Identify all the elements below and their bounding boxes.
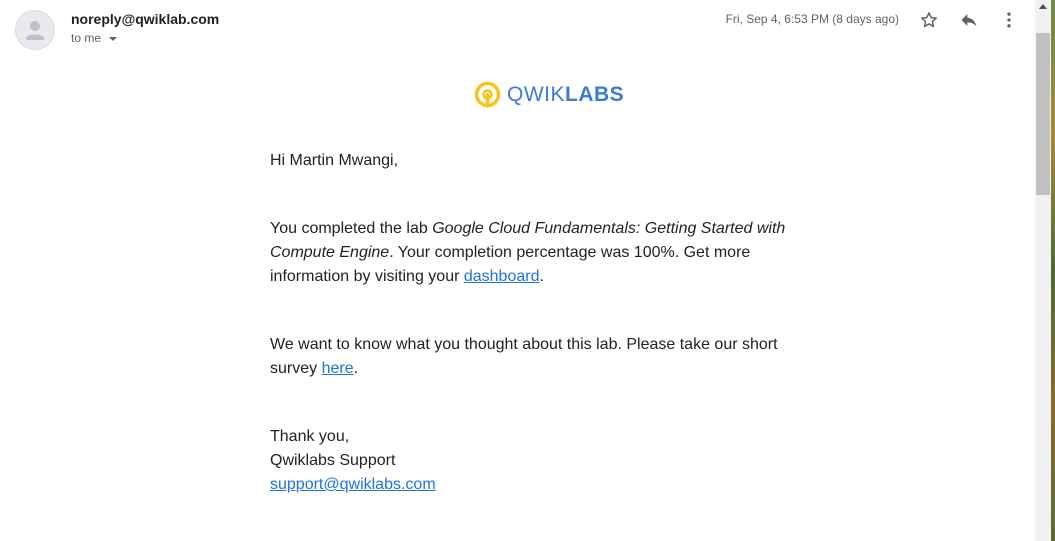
survey-paragraph: We want to know what you thought about t… — [270, 333, 790, 381]
logo-text-light: QWIK — [507, 83, 565, 106]
recipient-details-toggle[interactable]: to me — [71, 31, 118, 45]
person-icon — [26, 21, 44, 40]
sender-avatar[interactable] — [15, 10, 55, 50]
email-date: Fri, Sep 4, 6:53 PM (8 days ago) — [725, 12, 899, 26]
support-email-link[interactable]: support@qwiklabs.com — [270, 473, 790, 497]
reply-button[interactable] — [955, 6, 983, 34]
vertical-scrollbar[interactable] — [1035, 0, 1051, 541]
signature-team: Qwiklabs Support — [270, 452, 396, 469]
qwiklabs-logo: QWIKLABS — [474, 81, 624, 108]
reply-icon — [961, 14, 977, 27]
dashboard-link[interactable]: dashboard — [464, 268, 540, 285]
more-vert-icon — [1007, 12, 1011, 28]
recipient-label: to me — [71, 31, 102, 45]
scroll-up-arrow-icon[interactable] — [1039, 4, 1047, 9]
email-body: Hi Martin Mwangi, You completed the lab … — [270, 149, 790, 497]
more-options-button[interactable] — [995, 6, 1023, 34]
logo-wordmark: QWIKLABS — [507, 84, 624, 105]
email-view: noreply@qwiklab.com to me Fri, Sep 4, 6:… — [0, 0, 1055, 541]
signature-closing: Thank you, — [270, 428, 350, 445]
greeting: Hi Martin Mwangi, — [270, 152, 399, 169]
para1-prefix: You completed the lab — [270, 220, 433, 237]
star-icon — [921, 12, 937, 28]
sender-address: noreply@qwiklab.com — [71, 11, 220, 27]
chevron-down-icon — [109, 36, 118, 41]
completion-paragraph: You completed the lab Google Cloud Funda… — [270, 217, 790, 289]
background-edge — [1051, 0, 1055, 541]
para1-suffix: . — [539, 268, 544, 285]
star-button[interactable] — [915, 6, 943, 34]
para2-suffix: . — [353, 360, 359, 377]
signature: Thank you, Qwiklabs Support support@qwik… — [270, 425, 790, 497]
logo-text-bold: LABS — [565, 83, 625, 106]
qwiklabs-logo-icon — [474, 81, 501, 108]
survey-link[interactable]: here — [322, 360, 354, 377]
scrollbar-thumb[interactable] — [1036, 33, 1050, 195]
